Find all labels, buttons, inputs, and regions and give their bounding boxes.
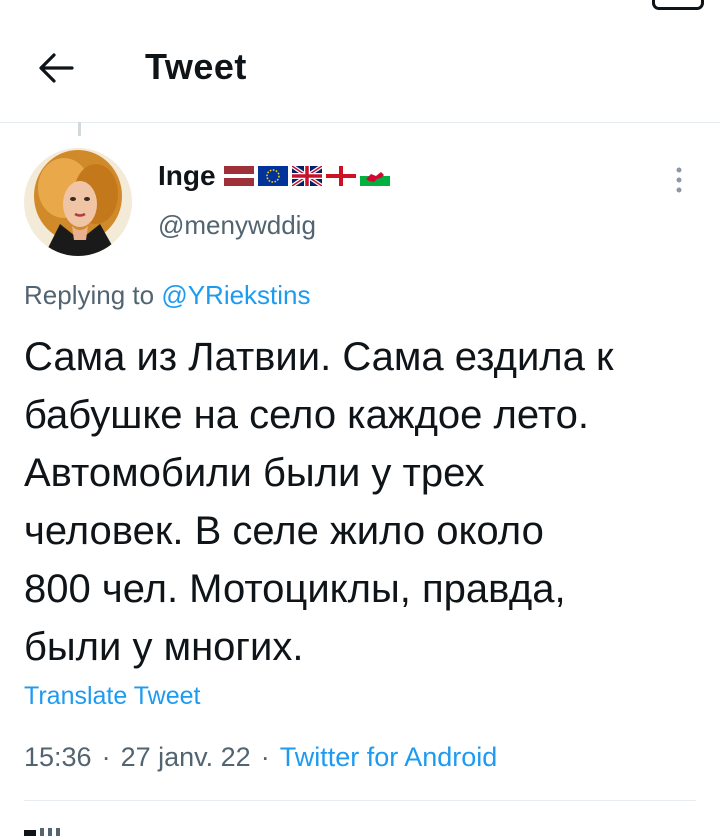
user-name-row: Inge xyxy=(158,160,390,192)
tweet-date: 27 janv. 22 xyxy=(120,742,251,772)
page-title: Tweet xyxy=(145,46,247,87)
thread-line xyxy=(78,122,81,136)
divider xyxy=(24,800,696,801)
uk-flag-icon xyxy=(291,166,322,186)
eu-flag-icon xyxy=(257,166,288,186)
translate-tweet-link[interactable]: Translate Tweet xyxy=(24,682,200,711)
meta-separator: · xyxy=(260,742,270,772)
top-bar: Tweet xyxy=(0,0,720,123)
replying-to-label: Replying to xyxy=(24,280,155,310)
more-options-icon[interactable] xyxy=(668,164,690,196)
tweet-source-link[interactable]: Twitter for Android xyxy=(280,742,498,773)
flag-emojis xyxy=(223,166,390,186)
latvia-flag-icon xyxy=(223,166,254,186)
tweet-text: Сама из Латвии. Сама ездила к бабушке на… xyxy=(24,335,614,669)
battery-icon xyxy=(652,0,704,10)
back-arrow-icon[interactable] xyxy=(36,50,76,86)
cut-off-stats-row xyxy=(24,828,60,836)
tweet-time: 15:36 xyxy=(24,742,92,772)
replying-to: Replying to @YRiekstins xyxy=(24,280,311,311)
avatar[interactable] xyxy=(24,148,132,256)
reply-mention-link[interactable]: @YRiekstins xyxy=(161,280,310,310)
tweet-meta: 15:36 · 27 janv. 22 · Twitter for Androi… xyxy=(24,742,497,773)
meta-separator: · xyxy=(101,742,111,772)
display-name[interactable]: Inge xyxy=(158,160,216,192)
england-flag-icon xyxy=(325,166,356,186)
wales-flag-icon xyxy=(359,166,390,186)
user-handle[interactable]: @menywddig xyxy=(158,210,316,241)
